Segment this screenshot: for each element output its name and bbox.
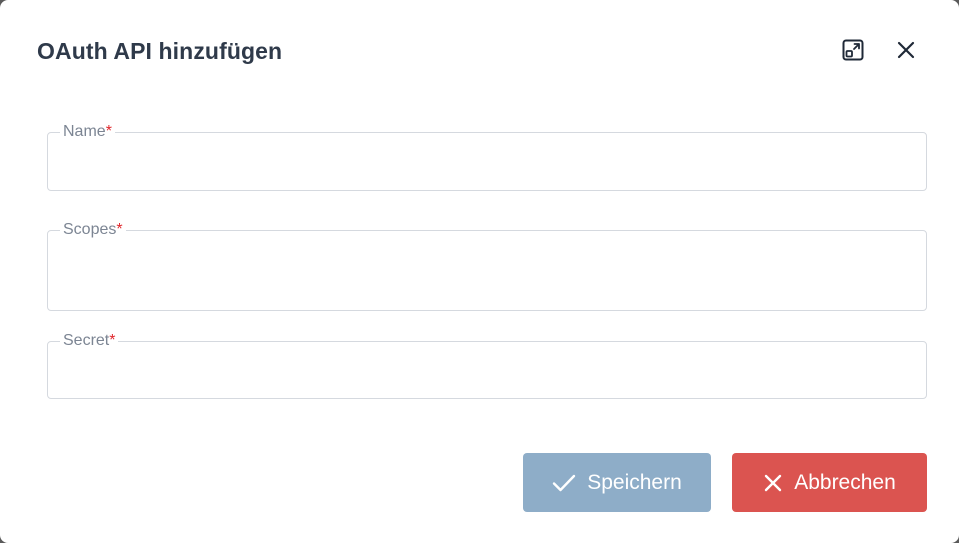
scopes-label: Scopes* [60, 221, 126, 239]
close-icon [765, 474, 782, 491]
save-button-label: Speichern [587, 470, 682, 494]
scopes-input[interactable] [62, 245, 912, 300]
scopes-field: Scopes* [47, 221, 927, 311]
secret-input[interactable] [62, 356, 912, 388]
name-input[interactable] [62, 147, 912, 180]
close-icon [897, 41, 915, 59]
expand-button[interactable] [840, 37, 866, 63]
save-button[interactable]: Speichern [523, 453, 711, 512]
name-field: Name* [47, 123, 927, 191]
name-label: Name* [60, 123, 115, 141]
close-button[interactable] [893, 37, 919, 63]
required-marker: * [109, 332, 116, 349]
check-icon [553, 474, 576, 491]
secret-field: Secret* [47, 332, 927, 399]
oauth-dialog: OAuth API hinzufügen Name* Scopes* Secre… [0, 0, 959, 543]
dialog-title: OAuth API hinzufügen [37, 38, 283, 64]
secret-label: Secret* [60, 332, 119, 350]
required-marker: * [105, 123, 112, 140]
cancel-button-label: Abbrechen [794, 470, 896, 494]
cancel-button[interactable]: Abbrechen [732, 453, 927, 512]
required-marker: * [116, 221, 123, 238]
expand-icon [842, 39, 864, 61]
